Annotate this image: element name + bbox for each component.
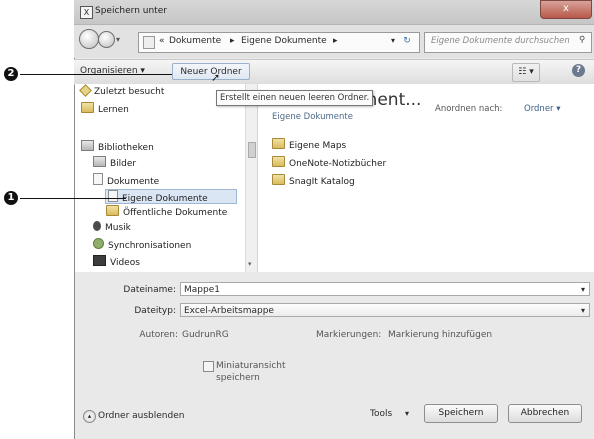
folder-icon (272, 138, 285, 149)
breadcrumb-overflow[interactable]: « (159, 36, 165, 46)
filetype-select[interactable]: Excel-Arbeitsmappe ▾ (180, 303, 590, 317)
sidebar-item-musik[interactable]: Musik (93, 221, 131, 234)
breadcrumb-separator[interactable]: ▸ (230, 36, 235, 46)
search-icon[interactable]: ⚲ (579, 35, 585, 45)
mouse-cursor-icon: ➚ (211, 71, 221, 84)
breadcrumb-folder-icon (143, 36, 155, 49)
hide-folders-icon[interactable]: ▴ (83, 410, 96, 423)
scroll-down-icon[interactable]: ▾ (248, 260, 252, 268)
thumbnail-label-line1: Miniaturansicht (216, 361, 286, 371)
list-item[interactable]: Eigene Maps (272, 138, 346, 151)
scrollbar-thumb[interactable] (248, 142, 256, 158)
breadcrumb-item-dokumente[interactable]: Dokumente (169, 36, 221, 46)
library-icon (81, 140, 94, 151)
view-options-button[interactable]: ☷ ▾ (512, 63, 540, 82)
filetype-label: Dateityp: (134, 306, 176, 316)
help-icon[interactable]: ? (572, 64, 585, 77)
arrange-by-dropdown[interactable]: Ordner ▾ (524, 104, 561, 114)
folder-icon (106, 205, 119, 216)
breadcrumb-item-eigene-dokumente[interactable]: Eigene Dokumente (241, 36, 327, 46)
thumbnail-label-line2: speichern (216, 373, 260, 383)
navigation-pane: Zuletzt besucht Lernen Bibliotheken Bild… (75, 84, 258, 272)
filename-label: Dateiname: (123, 285, 176, 295)
recent-icon (79, 84, 92, 97)
search-placeholder: Eigene Dokumente durchsuchen (431, 36, 570, 46)
tags-label: Markierungen: (316, 330, 382, 340)
save-button[interactable]: Speichern (424, 404, 498, 423)
cancel-button[interactable]: Abbrechen (508, 404, 582, 423)
recent-locations-chevron-icon[interactable]: ▾ (116, 35, 120, 44)
sidebar-item-synchronisationen[interactable]: Synchronisationen (93, 238, 191, 251)
organize-button[interactable]: Organisieren ▾ (80, 63, 145, 80)
arrange-by-label: Anordnen nach: (435, 104, 503, 114)
library-subtitle: Eigene Dokumente (272, 112, 353, 122)
sidebar-item-eigene-dokumente[interactable]: Eigene Dokumente (105, 189, 237, 204)
navigation-scrollbar[interactable]: ▾ (245, 84, 257, 272)
list-item[interactable]: OneNote-Notizbücher (272, 156, 386, 169)
sidebar-item-oeffentliche-dokumente[interactable]: Öffentliche Dokumente (106, 205, 227, 218)
folder-icon (272, 174, 285, 185)
sidebar-item-zuletzt-besucht[interactable]: Zuletzt besucht (79, 84, 164, 99)
filename-input[interactable]: Mappe1 ▾ (180, 282, 590, 296)
callout-line-1 (20, 198, 126, 199)
forward-icon[interactable] (98, 31, 115, 48)
filename-dropdown-icon[interactable]: ▾ (581, 283, 585, 297)
tools-menu[interactable]: Tools ▾ (370, 409, 409, 419)
sidebar-item-dokumente[interactable]: Dokumente (93, 173, 159, 187)
list-item[interactable]: SnagIt Katalog (272, 174, 355, 187)
window-title: Speichern unter (95, 6, 167, 16)
folder-icon (272, 156, 285, 167)
back-icon[interactable] (79, 29, 99, 49)
breadcrumb-separator[interactable]: ▸ (333, 36, 338, 46)
authors-value[interactable]: GudrunRG (182, 330, 229, 340)
tools-dropdown-icon: ▾ (405, 409, 410, 418)
search-input[interactable]: Eigene Dokumente durchsuchen ⚲ (424, 32, 592, 53)
new-folder-tooltip: Erstellt einen neuen leeren Ordner. (216, 90, 374, 106)
close-button[interactable]: x (540, 0, 592, 19)
breadcrumb[interactable]: « Dokumente ▸ Eigene Dokumente ▸ ▾ (138, 32, 420, 53)
refresh-icon[interactable]: ↻ (396, 33, 418, 50)
sidebar-item-videos[interactable]: Videos (93, 255, 140, 268)
pictures-icon (93, 156, 106, 167)
folder-icon (81, 102, 94, 113)
excel-app-icon: X (80, 6, 93, 19)
video-icon (93, 255, 106, 266)
tags-value[interactable]: Markierung hinzufügen (388, 330, 492, 340)
sidebar-item-bibliotheken[interactable]: Bibliotheken (81, 140, 154, 153)
thumbnail-checkbox[interactable] (203, 361, 214, 372)
callout-marker-1: 1 (4, 191, 18, 205)
breadcrumb-dropdown-icon[interactable]: ▾ (391, 36, 395, 45)
file-list-pane: ument... Eigene Dokumente Anordnen nach:… (258, 84, 594, 272)
authors-label: Autoren: (139, 330, 178, 340)
hide-folders-button[interactable]: Ordner ausblenden (98, 411, 184, 421)
folder-icon (108, 190, 118, 202)
sync-icon (93, 238, 104, 249)
filetype-dropdown-icon[interactable]: ▾ (581, 304, 585, 318)
music-icon (93, 221, 101, 231)
documents-icon (93, 173, 103, 185)
sidebar-item-bilder[interactable]: Bilder (93, 156, 136, 169)
callout-line-2 (20, 74, 172, 75)
sidebar-item-lernen[interactable]: Lernen (81, 102, 129, 115)
callout-marker-2: 2 (4, 67, 18, 81)
